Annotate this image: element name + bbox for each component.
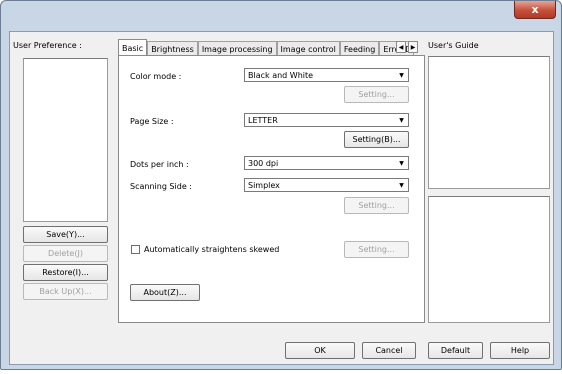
basic-tab-panel: Color mode : Black and White ▼ Setting..…: [118, 55, 425, 323]
page-size-label: Page Size :: [130, 117, 174, 126]
deskew-label[interactable]: Automatically straightens skewed: [144, 245, 279, 254]
tab-image-control[interactable]: Image control: [276, 41, 340, 56]
color-mode-setting-button[interactable]: Setting...: [344, 86, 409, 103]
arrow-left-icon: ◀: [398, 43, 404, 51]
scanning-side-value: Simplex: [248, 180, 280, 190]
tab-feeding[interactable]: Feeding: [339, 41, 380, 56]
page-size-value: LETTER: [248, 115, 278, 125]
help-button[interactable]: Help: [490, 342, 550, 359]
delete-button[interactable]: Delete(J): [23, 245, 108, 262]
color-mode-select[interactable]: Black and White ▼: [244, 68, 409, 82]
close-icon: x: [531, 3, 539, 16]
deskew-checkbox[interactable]: [131, 245, 140, 254]
chevron-down-icon: ▼: [399, 181, 404, 189]
users-guide-preview-pane: [428, 196, 550, 323]
dpi-value: 300 dpi: [248, 158, 279, 168]
scanner-settings-dialog: x User Preference : Save(Y)... Delete(J)…: [0, 0, 562, 370]
dpi-select[interactable]: 300 dpi ▼: [244, 156, 409, 170]
page-size-setting-button[interactable]: Setting(B)...: [344, 131, 409, 148]
users-guide-pane[interactable]: [428, 56, 550, 189]
cancel-button[interactable]: Cancel: [362, 342, 416, 359]
tab-brightness[interactable]: Brightness: [147, 41, 198, 56]
arrow-right-icon: ▶: [410, 43, 416, 51]
tab-scroll-right-button[interactable]: ▶: [408, 41, 418, 53]
deskew-setting-button[interactable]: Setting...: [344, 241, 409, 258]
user-preference-label: User Preference :: [13, 41, 82, 50]
save-button[interactable]: Save(Y)...: [23, 226, 108, 243]
chevron-down-icon: ▼: [399, 71, 404, 79]
backup-button[interactable]: Back Up(X)...: [23, 283, 108, 300]
settings-tab-strip: Basic Brightness Image processing Image …: [118, 39, 415, 56]
color-mode-value: Black and White: [248, 70, 314, 80]
restore-button[interactable]: Restore(I)...: [23, 264, 108, 281]
close-button[interactable]: x: [514, 1, 556, 19]
about-button[interactable]: About(Z)...: [130, 284, 200, 301]
dpi-label: Dots per inch :: [130, 160, 189, 169]
users-guide-label: User's Guide: [428, 41, 479, 50]
ok-button[interactable]: OK: [285, 342, 355, 359]
user-preference-list[interactable]: [23, 58, 108, 222]
scanning-side-label: Scanning Side :: [130, 182, 192, 191]
default-button[interactable]: Default: [428, 342, 483, 359]
page-size-select[interactable]: LETTER ▼: [244, 113, 409, 127]
tab-scroll-left-button[interactable]: ◀: [396, 41, 406, 53]
scanning-side-select[interactable]: Simplex ▼: [244, 178, 409, 192]
tab-image-processing[interactable]: Image processing: [197, 41, 277, 56]
dialog-client-area: User Preference : Save(Y)... Delete(J) R…: [9, 31, 554, 365]
color-mode-label: Color mode :: [130, 72, 182, 81]
chevron-down-icon: ▼: [399, 116, 404, 124]
title-bar[interactable]: x: [1, 1, 561, 31]
scanning-side-setting-button[interactable]: Setting...: [344, 197, 409, 214]
chevron-down-icon: ▼: [399, 159, 404, 167]
tab-basic[interactable]: Basic: [118, 39, 148, 56]
